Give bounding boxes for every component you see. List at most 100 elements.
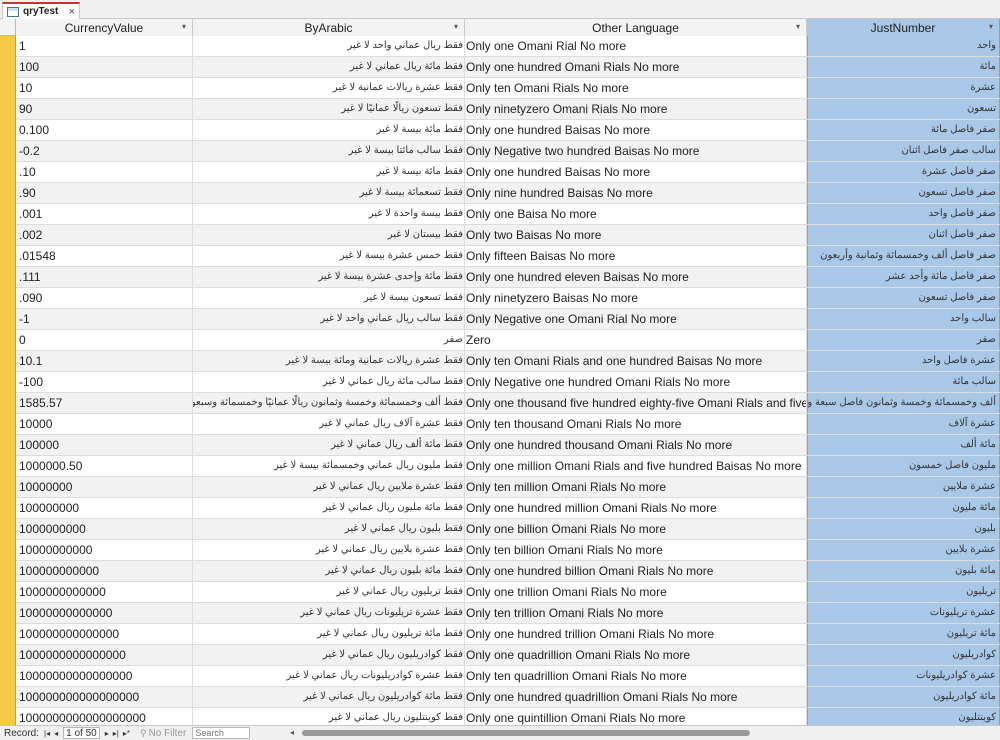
cell-other-language[interactable]: Only one quintillion Omani Rials No more [465,708,807,725]
cell-currency-value[interactable]: .002 [16,225,193,245]
cell-just-number[interactable]: كوينتليون [807,708,1000,725]
table-row[interactable]: 100000000000000 فقط مائة تريليون ريال عما… [16,624,1000,645]
cell-by-arabic[interactable]: فقط مائة وإحدى عشرة بيسة لا غير [193,267,465,287]
cell-currency-value[interactable]: 1000000000000000 [16,645,193,665]
cell-just-number[interactable]: عشرة كوادريليونات [807,666,1000,686]
cell-just-number[interactable]: سالب مائة [807,372,1000,392]
tab-qrytest[interactable]: qryTest × [2,2,80,19]
table-row[interactable]: -1 فقط سالب ريال عماني واحد لا غير Only Ne… [16,309,1000,330]
search-input[interactable] [192,727,251,739]
cell-just-number[interactable]: صفر فاصل تسعون [807,183,1000,203]
cell-currency-value[interactable]: 100 [16,57,193,77]
table-row[interactable]: 0 صفر Zero صفر [16,330,1000,351]
table-row[interactable]: 10000 فقط عشرة آلاف ريال عماني لا غير Only… [16,414,1000,435]
table-row[interactable]: -100 فقط سالب مائة ريال عماني لا غير Only … [16,372,1000,393]
cell-by-arabic[interactable]: فقط مائة ريال عماني لا غير [193,57,465,77]
last-record-button[interactable]: ▸| [111,729,121,738]
cell-just-number[interactable]: مليون فاصل خمسون [807,456,1000,476]
cell-other-language[interactable]: Only ten Omani Rials and one hundred Bai… [465,351,807,371]
cell-just-number[interactable]: مائة ألف [807,435,1000,455]
cell-just-number[interactable]: عشرة ملايين [807,477,1000,497]
cell-currency-value[interactable]: 10000000000 [16,540,193,560]
cell-just-number[interactable]: مائة [807,57,1000,77]
cell-other-language[interactable]: Only one hundred trillion Omani Rials No… [465,624,807,644]
cell-by-arabic[interactable]: فقط سالب ريال عماني واحد لا غير [193,309,465,329]
cell-just-number[interactable]: مائة بليون [807,561,1000,581]
cell-currency-value[interactable]: 1000000.50 [16,456,193,476]
cell-currency-value[interactable]: 1000000000 [16,519,193,539]
cell-other-language[interactable]: Only one quadrillion Omani Rials No more [465,645,807,665]
column-header-byarabic[interactable]: ByArabic ▾ [193,19,465,36]
table-row[interactable]: 90 فقط تسعون ريالًا عمانيًا لا غير Only ni… [16,99,1000,120]
cell-just-number[interactable]: مائة مليون [807,498,1000,518]
cell-by-arabic[interactable]: فقط سالب مائتا بيسة لا غير [193,141,465,161]
table-row[interactable]: .002 فقط بيستان لا غير Only two Baisas No … [16,225,1000,246]
current-record-field[interactable]: 1 of 50 [63,727,100,739]
table-row[interactable]: 10000000 فقط عشرة ملايين ريال عماني لا غي… [16,477,1000,498]
cell-just-number[interactable]: صفر فاصل اثنان [807,225,1000,245]
cell-by-arabic[interactable]: فقط مائة مليون ريال عماني لا غير [193,498,465,518]
cell-other-language[interactable]: Only Negative one hundred Omani Rials No… [465,372,807,392]
table-row[interactable]: 100000 فقط مائة ألف ريال عماني لا غير Only… [16,435,1000,456]
cell-currency-value[interactable]: 10000000000000000 [16,666,193,686]
cell-by-arabic[interactable]: فقط تريليون ريال عماني لا غير [193,582,465,602]
cell-other-language[interactable]: Only ten thousand Omani Rials No more [465,414,807,434]
cell-just-number[interactable]: عشرة فاصل واحد [807,351,1000,371]
cell-by-arabic[interactable]: فقط مائة بليون ريال عماني لا غير [193,561,465,581]
table-row[interactable]: 0.100 فقط مائة بيسة لا غير Only one hundre… [16,120,1000,141]
cell-just-number[interactable]: صفر فاصل واحد [807,204,1000,224]
close-icon[interactable]: × [69,6,75,18]
cell-by-arabic[interactable]: فقط مائة بيسة لا غير [193,162,465,182]
cell-currency-value[interactable]: 10000000000000 [16,603,193,623]
cell-just-number[interactable]: مائة تريليون [807,624,1000,644]
cell-other-language[interactable]: Only two Baisas No more [465,225,807,245]
cell-currency-value[interactable]: -100 [16,372,193,392]
cell-just-number[interactable]: كوادريليون [807,645,1000,665]
scrollbar-thumb[interactable] [302,730,750,736]
cell-by-arabic[interactable]: فقط سالب مائة ريال عماني لا غير [193,372,465,392]
table-row[interactable]: 1000000000000000000 فقط كوينتليون ريال عم… [16,708,1000,725]
table-row[interactable]: 10000000000000 فقط عشرة تريليونات ريال عم… [16,603,1000,624]
table-row[interactable]: 100000000000000000 فقط مائة كوادريليون ري… [16,687,1000,708]
cell-other-language[interactable]: Only fifteen Baisas No more [465,246,807,266]
cell-other-language[interactable]: Only one trillion Omani Rials No more [465,582,807,602]
table-row[interactable]: 1000000.50 فقط مليون ريال عماني وخمسمائة … [16,456,1000,477]
cell-by-arabic[interactable]: فقط عشرة آلاف ريال عماني لا غير [193,414,465,434]
cell-currency-value[interactable]: .090 [16,288,193,308]
column-header-justnumber[interactable]: JustNumber ▾ [807,19,1000,36]
cell-by-arabic[interactable]: فقط مليون ريال عماني وخمسمائة بيسة لا غي… [193,456,465,476]
cell-by-arabic[interactable]: فقط ألف وخمسمائة وخمسة وثمانون ريالًا عم… [193,393,465,413]
cell-other-language[interactable]: Only ten million Omani Rials No more [465,477,807,497]
cell-just-number[interactable]: عشرة [807,78,1000,98]
sort-filter-dropdown-icon[interactable]: ▾ [796,22,800,31]
table-row[interactable]: 100000000 فقط مائة مليون ريال عماني لا غي… [16,498,1000,519]
table-row[interactable]: 10000000000000000 فقط عشرة كوادريليونات ر… [16,666,1000,687]
cell-currency-value[interactable]: 100000000000000 [16,624,193,644]
cell-by-arabic[interactable]: فقط تسعون بيسة لا غير [193,288,465,308]
column-header-other-language[interactable]: Other Language ▾ [465,19,807,36]
first-record-button[interactable]: |◂ [42,729,52,738]
record-selector-column[interactable] [0,19,16,725]
cell-currency-value[interactable]: 1000000000000 [16,582,193,602]
cell-by-arabic[interactable]: فقط بيستان لا غير [193,225,465,245]
cell-other-language[interactable]: Only ten quadrillion Omani Rials No more [465,666,807,686]
cell-by-arabic[interactable]: فقط عشرة كوادريليونات ريال عماني لا غير [193,666,465,686]
cell-currency-value[interactable]: 100000000000 [16,561,193,581]
table-row[interactable]: 10 فقط عشرة ريالات عمانية لا غير Only ten … [16,78,1000,99]
cell-currency-value[interactable]: .90 [16,183,193,203]
cell-currency-value[interactable]: 100000000000000000 [16,687,193,707]
table-row[interactable]: .001 فقط بيسة واحدة لا غير Only one Baisa … [16,204,1000,225]
cell-currency-value[interactable]: .01548 [16,246,193,266]
cell-by-arabic[interactable]: فقط مائة بيسة لا غير [193,120,465,140]
table-row[interactable]: .90 فقط تسعمائة بيسة لا غير Only nine hund… [16,183,1000,204]
cell-other-language[interactable]: Only ten Omani Rials No more [465,78,807,98]
cell-currency-value[interactable]: -0.2 [16,141,193,161]
cell-just-number[interactable]: صفر فاصل مائة [807,120,1000,140]
cell-just-number[interactable]: سالب صفر فاصل اثنان [807,141,1000,161]
cell-other-language[interactable]: Only one hundred eleven Baisas No more [465,267,807,287]
cell-other-language[interactable]: Only ninetyzero Omani Rials No more [465,99,807,119]
sort-filter-dropdown-icon[interactable]: ▾ [182,22,186,31]
cell-other-language[interactable]: Only one hundred Baisas No more [465,120,807,140]
cell-currency-value[interactable]: .10 [16,162,193,182]
table-row[interactable]: 1000000000 فقط بليون ريال عماني لا غير Onl… [16,519,1000,540]
